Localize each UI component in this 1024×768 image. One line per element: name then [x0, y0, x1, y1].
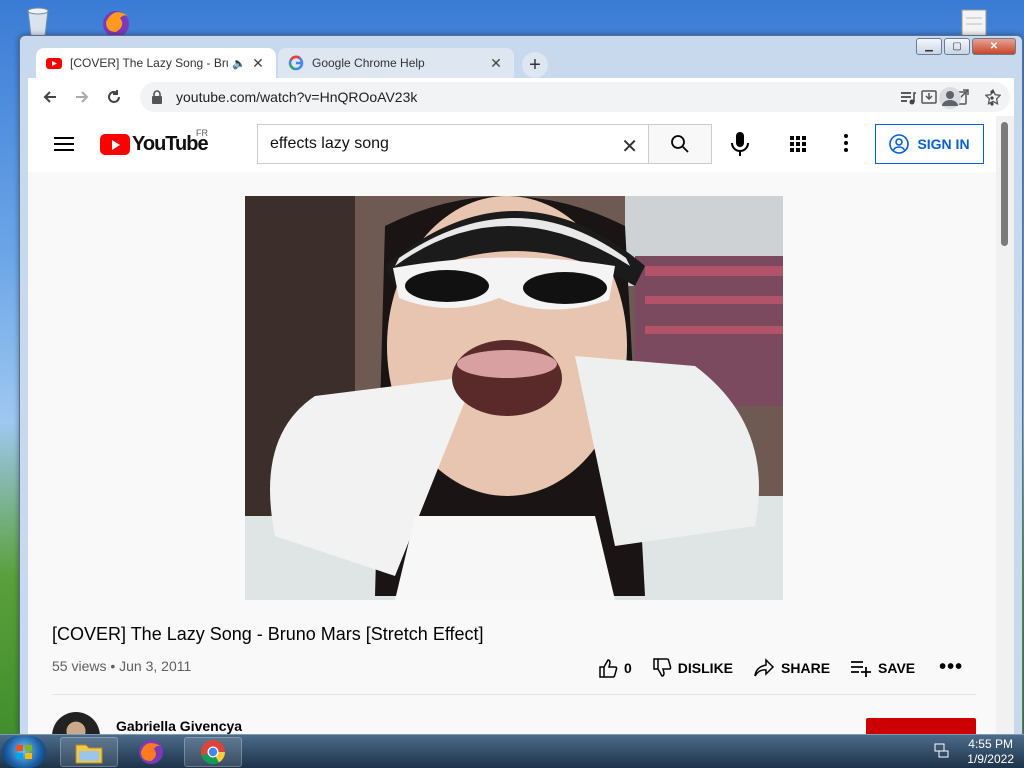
video-actions: 0 DISLIKE SHARE SAVE ••• [598, 656, 983, 679]
like-button[interactable]: 0 [598, 658, 632, 678]
tab-youtube[interactable]: [COVER] The Lazy Song - Bru 🔈 ✕ [36, 48, 276, 78]
guide-menu-icon[interactable] [54, 137, 74, 151]
share-arrow-icon [754, 657, 775, 676]
divider [52, 694, 976, 695]
profile-avatar-icon[interactable] [934, 82, 966, 114]
taskbar-explorer[interactable] [60, 737, 118, 767]
lock-icon[interactable] [150, 90, 164, 104]
chrome-window: ▁ ▢ ✕ [COVER] The Lazy Song - Bru 🔈 ✕ Go… [19, 35, 1023, 735]
taskbar-firefox[interactable] [122, 737, 180, 767]
start-button[interactable] [2, 736, 46, 768]
channel-avatar[interactable] [52, 712, 100, 734]
youtube-play-icon [100, 134, 130, 155]
tab-title: Google Chrome Help [312, 56, 425, 70]
page-scrollbar[interactable] [996, 116, 1014, 734]
video-stats: 55 views • Jun 3, 2011 [52, 658, 192, 674]
tab-strip: [COVER] The Lazy Song - Bru 🔈 ✕ Google C… [28, 44, 1014, 78]
network-icon[interactable] [933, 742, 949, 763]
back-button[interactable] [34, 81, 66, 113]
youtube-favicon-icon [46, 58, 62, 69]
subscribe-button[interactable] [866, 718, 976, 734]
reload-icon [108, 90, 120, 103]
firefox-desktop-icon[interactable] [96, 6, 136, 38]
reload-button[interactable] [98, 81, 130, 113]
clock-time: 4:55 PM [968, 737, 1013, 751]
save-button[interactable]: SAVE [850, 659, 915, 677]
google-favicon-icon [288, 55, 304, 71]
back-arrow-icon [43, 91, 56, 103]
windows-logo-icon [16, 745, 32, 759]
chrome-icon [201, 740, 226, 765]
new-tab-button[interactable]: + [522, 52, 548, 78]
account-icon [889, 134, 910, 154]
firefox-icon [139, 740, 163, 764]
youtube-header: YouTube FR effects lazy song ✕ SIGN IN [28, 116, 996, 172]
sign-in-button[interactable]: SIGN IN [875, 124, 984, 164]
recycle-bin-icon[interactable] [20, 6, 56, 38]
audio-playing-icon[interactable]: 🔈 [232, 57, 246, 70]
search-input[interactable]: effects lazy song ✕ [257, 124, 649, 164]
chrome-menu-icon[interactable] [976, 82, 1008, 114]
video-frame [245, 196, 783, 600]
scrollbar-thumb[interactable] [1001, 122, 1008, 246]
channel-name[interactable]: Gabriella Givencya [116, 718, 242, 734]
clock-date: 1/9/2022 [967, 752, 1014, 766]
address-bar[interactable]: youtube.com/watch?v=HnQROoAV23k [140, 82, 1010, 112]
search-query[interactable]: effects lazy song [270, 135, 389, 153]
playlist-add-icon [851, 660, 872, 677]
more-actions-icon[interactable]: ••• [939, 656, 963, 679]
taskbar-chrome[interactable] [184, 737, 242, 767]
close-tab-icon[interactable]: ✕ [250, 55, 266, 72]
voice-search-icon[interactable] [728, 130, 752, 158]
close-tab-icon[interactable]: ✕ [488, 55, 504, 72]
youtube-apps-icon[interactable] [790, 136, 806, 152]
settings-menu-icon[interactable] [844, 134, 848, 155]
youtube-page: YouTube FR effects lazy song ✕ SIGN IN [… [28, 116, 1014, 734]
clear-search-icon[interactable]: ✕ [621, 134, 638, 159]
thumbs-up-icon [599, 658, 618, 678]
forward-button[interactable] [66, 81, 98, 113]
clock[interactable]: 4:55 PM 1/9/2022 [967, 737, 1014, 767]
search-icon [671, 135, 689, 153]
media-controls-icon[interactable] [892, 82, 924, 114]
video-title: [COVER] The Lazy Song - Bruno Mars [Stre… [52, 624, 484, 644]
thumbs-down-icon [653, 657, 672, 677]
share-button[interactable]: SHARE [753, 657, 830, 678]
forward-arrow-icon [76, 91, 89, 103]
youtube-logo[interactable]: YouTube [100, 133, 209, 156]
country-code: FR [196, 128, 208, 138]
browser-toolbar: youtube.com/watch?v=HnQROoAV23k [28, 78, 1014, 116]
tab-chrome-help[interactable]: Google Chrome Help ✕ [278, 48, 514, 78]
url-text[interactable]: youtube.com/watch?v=HnQROoAV23k [176, 89, 417, 105]
system-tray: 4:55 PM 1/9/2022 [933, 737, 1014, 767]
folder-icon [75, 744, 103, 764]
video-player[interactable] [245, 196, 783, 600]
dislike-button[interactable]: DISLIKE [652, 657, 733, 678]
search-button[interactable] [648, 124, 712, 164]
taskbar: 4:55 PM 1/9/2022 [0, 734, 1024, 768]
tab-title: [COVER] The Lazy Song - Bru [70, 56, 229, 70]
